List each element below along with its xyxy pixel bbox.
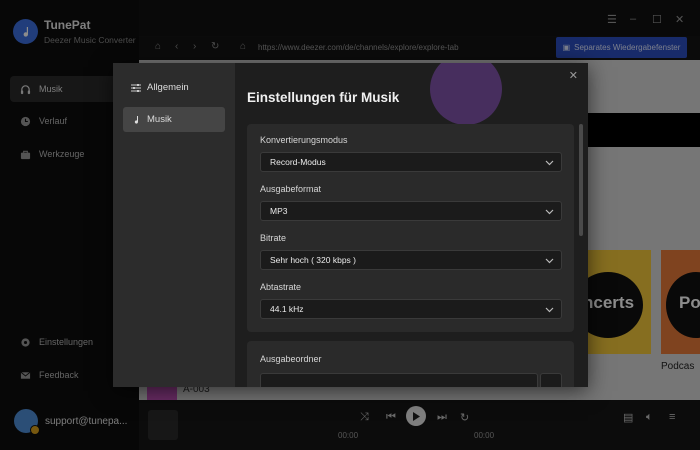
music-settings-panel: Konvertierungsmodus Record-Modus Ausgabe… xyxy=(247,124,574,332)
field-label: Konvertierungsmodus xyxy=(260,135,348,145)
decorative-circle xyxy=(430,63,502,125)
field-label: Bitrate xyxy=(260,233,287,243)
output-format-select[interactable]: MP3 xyxy=(260,201,562,221)
browse-folder-button[interactable] xyxy=(540,373,562,387)
sliders-icon xyxy=(131,83,141,92)
output-folder-panel: Ausgabeordner xyxy=(247,341,574,387)
settings-tab-allgemein[interactable]: Allgemein xyxy=(123,75,225,100)
scrollbar[interactable] xyxy=(579,124,583,236)
settings-nav: Allgemein Musik xyxy=(113,63,235,387)
music-note-icon xyxy=(134,115,138,124)
output-folder-input[interactable] xyxy=(260,373,538,387)
chevron-down-icon xyxy=(545,258,554,264)
settings-dialog: Allgemein Musik Einstellungen für Musik … xyxy=(113,63,588,387)
settings-tab-label: Allgemein xyxy=(147,82,189,93)
app-window: TunePat Deezer Music Converter Musik Ver… xyxy=(0,0,700,450)
chevron-down-icon xyxy=(545,307,554,313)
settings-tab-label: Musik xyxy=(147,114,172,125)
close-icon[interactable]: ✕ xyxy=(569,69,578,82)
select-value: 44.1 kHz xyxy=(270,304,304,314)
select-value: MP3 xyxy=(270,206,288,216)
settings-tab-musik[interactable]: Musik xyxy=(123,107,225,132)
settings-content: Einstellungen für Musik ✕ Konvertierungs… xyxy=(235,63,588,387)
field-label: Abtastrate xyxy=(260,282,302,292)
settings-title: Einstellungen für Musik xyxy=(247,90,400,105)
chevron-down-icon xyxy=(545,209,554,215)
field-label: Ausgabeformat xyxy=(260,184,322,194)
field-label: Ausgabeordner xyxy=(260,354,322,364)
conversion-mode-select[interactable]: Record-Modus xyxy=(260,152,562,172)
bitrate-select[interactable]: Sehr hoch ( 320 kbps ) xyxy=(260,250,562,270)
select-value: Record-Modus xyxy=(270,157,326,167)
select-value: Sehr hoch ( 320 kbps ) xyxy=(270,255,356,265)
chevron-down-icon xyxy=(545,160,554,166)
sample-rate-select[interactable]: 44.1 kHz xyxy=(260,299,562,319)
